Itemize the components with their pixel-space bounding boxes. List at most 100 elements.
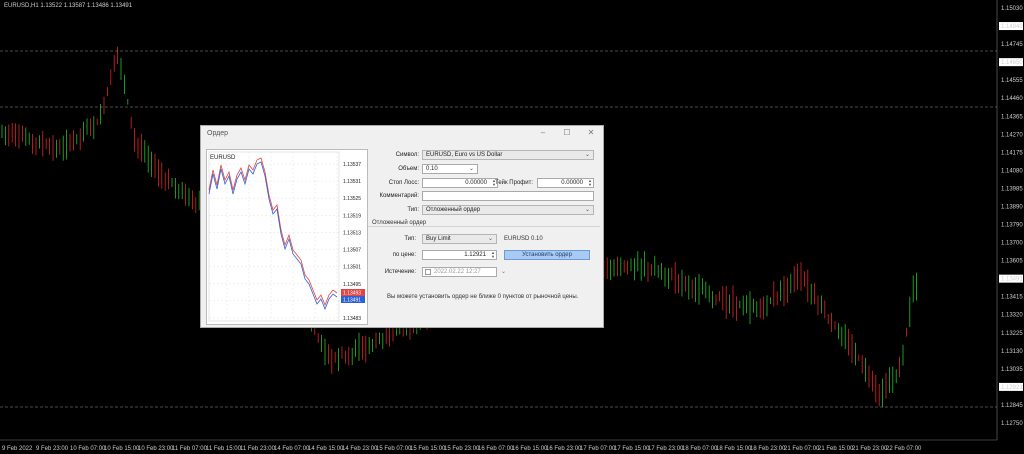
time-axis-label: 9 Feb 23:00 — [36, 446, 69, 452]
time-axis-label: 18 Feb 15:00 — [716, 446, 752, 452]
price-axis-label: 1.13035 — [1001, 367, 1023, 373]
pending-type-select[interactable]: Buy Limit ⌄ — [422, 234, 497, 244]
price-axis-label: 1.13605 — [1001, 259, 1023, 265]
price-axis-label: 1.13130 — [1001, 349, 1023, 355]
symbol-select[interactable]: EURUSD, Euro vs US Dollar ⌄ — [422, 150, 594, 160]
time-axis-label: 17 Feb 23:00 — [648, 446, 684, 452]
time-axis-label: 21 Feb 23:00 — [852, 446, 888, 452]
time-axis-label: 21 Feb 15:00 — [818, 446, 854, 452]
time-axis-label: 11 Feb 07:00 — [172, 446, 208, 452]
close-button[interactable]: ✕ — [579, 126, 603, 140]
price-axis-label: 1.14745 — [1001, 42, 1023, 48]
price-axis-label: 1.12750 — [1001, 421, 1023, 427]
price-axis-label: 1.13415 — [1001, 295, 1023, 301]
price-axis-label: 1.12921 — [1001, 385, 1023, 391]
time-axis-label: 9 Feb 2022 — [2, 446, 33, 452]
time-axis-label: 14 Feb 23:00 — [342, 446, 378, 452]
volume-value: 0.10 — [426, 166, 438, 172]
ask-line — [208, 157, 338, 307]
time-axis-label: 22 Feb 07:00 — [886, 446, 922, 452]
price-axis-label: 1.13491 — [1001, 277, 1023, 283]
time-axis-label: 16 Feb 15:00 — [512, 446, 548, 452]
price-axis-label: 1.14365 — [1001, 114, 1023, 120]
ask-price-label: 1.13493 — [343, 291, 361, 297]
price-axis-label: 1.14650 — [1001, 60, 1023, 66]
dialog-window-controls: – ☐ ✕ — [531, 126, 603, 140]
time-axis-label: 10 Feb 15:00 — [104, 446, 140, 452]
price-axis-label: 1.13985 — [1001, 186, 1023, 192]
price-axis-label: 1.13890 — [1001, 204, 1023, 210]
time-axis-label: 16 Feb 23:00 — [546, 446, 582, 452]
price-axis-label: 1.14460 — [1001, 96, 1023, 102]
chevron-down-icon: ⌄ — [487, 236, 493, 242]
time-axis-label: 18 Feb 23:00 — [750, 446, 786, 452]
order-type-select[interactable]: Отложенный ордер ⌄ — [422, 205, 594, 215]
price-axis: 1.15030 1.14840 1.14745 1.14650 1.14555 1.144… — [996, 0, 1023, 440]
time-axis-label: 11 Feb 15:00 — [206, 446, 242, 452]
price-axis-label: 1.13320 — [1001, 313, 1023, 319]
volume-input[interactable]: 0.10 ⌄ — [422, 164, 478, 174]
place-order-button[interactable]: Установить ордер — [504, 250, 590, 260]
time-axis-label: 17 Feb 07:00 — [580, 446, 616, 452]
time-axis: 9 Feb 2022 9 Feb 23:00 10 Feb 07:0010 Feb … — [0, 439, 997, 452]
expiry-checkbox[interactable] — [425, 269, 431, 275]
time-axis-label: 14 Feb 07:00 — [274, 446, 310, 452]
price-axis-label: 1.13790 — [1001, 223, 1023, 229]
expiry-value: 2022.02.22 12:27 — [434, 269, 481, 275]
order-type-value: Отложенный ордер — [426, 207, 481, 213]
dialog-title: Ордер — [207, 130, 229, 137]
maximize-button[interactable]: ☐ — [555, 126, 579, 140]
symbol-label: Символ: — [395, 152, 419, 158]
price-axis-label: 1.12845 — [1001, 403, 1023, 409]
pending-type-label: Тип: — [404, 236, 416, 242]
time-axis-label: 10 Feb 07:00 — [70, 446, 106, 452]
expiry-input[interactable]: 2022.02.22 12:27 — [422, 267, 497, 277]
distance-note: Вы можете установить ордер не ближе 0 пу… — [387, 294, 579, 300]
price-axis-label: 1.14555 — [1001, 78, 1023, 84]
spinner-arrows-icon[interactable]: ▲ ▼ — [588, 179, 592, 187]
price-axis-label: 1.14175 — [1001, 150, 1023, 156]
symbol-select-value: EURUSD, Euro vs US Dollar — [426, 152, 503, 158]
bid-line — [208, 161, 338, 311]
chevron-down-icon[interactable]: ⌄ — [501, 268, 506, 275]
time-axis-label: 15 Feb 07:00 — [376, 446, 412, 452]
time-axis-label: 17 Feb 15:00 — [614, 446, 650, 452]
minimize-button[interactable]: – — [531, 126, 555, 140]
order-dialog: Ордер – ☐ ✕ EURUSD 1.13537 1.13531 1.13525… — [200, 125, 604, 328]
tick-chart-price-label: 1.13483 — [343, 316, 361, 322]
comment-label: Комментарий: — [379, 193, 419, 199]
order-type-label: Тип: — [407, 207, 419, 213]
price-axis-label: 1.13700 — [1001, 241, 1023, 247]
bid-price-label: 1.13491 — [343, 298, 361, 304]
take-profit-label: Тейк Профит: — [495, 180, 533, 186]
price-axis-label: 1.14080 — [1001, 168, 1023, 174]
time-axis-label: 21 Feb 07:00 — [784, 446, 820, 452]
price-label: по цене: — [392, 252, 416, 258]
chevron-down-icon: ⌄ — [468, 166, 474, 172]
time-axis-label: 11 Feb 23:00 — [240, 446, 276, 452]
price-input[interactable]: 1.12921 ▲ ▼ — [422, 250, 497, 260]
tick-chart-price-label: 1.13495 — [343, 282, 361, 288]
stop-loss-label: Стоп Лосс: — [388, 180, 419, 186]
tick-chart: EURUSD 1.13537 1.13531 1.13525 1.13519 1.135… — [206, 149, 368, 325]
pending-symbol-info: EURUSD 0.10 — [504, 236, 543, 242]
tick-chart-symbol: EURUSD — [210, 155, 236, 161]
time-axis-label: 16 Feb 07:00 — [478, 446, 514, 452]
take-profit-input[interactable]: 0.00000 ▲ ▼ — [537, 178, 594, 188]
tick-chart-lines — [208, 157, 338, 311]
spinner-arrows-icon[interactable]: ▲ ▼ — [491, 251, 495, 259]
time-axis-label: 18 Feb 07:00 — [682, 446, 718, 452]
chevron-down-icon: ⌄ — [584, 152, 590, 158]
take-profit-value: 0.00000 — [561, 180, 583, 186]
volume-label: Объем: — [398, 166, 419, 172]
tick-chart-svg: EURUSD 1.135371.135311.135251.135191.135… — [208, 151, 365, 322]
time-axis-label: 15 Feb 23:00 — [444, 446, 480, 452]
chart-symbol-header: EURUSD,H1 1.13522 1.13587 1.13486 1.1349… — [4, 3, 133, 9]
price-value: 1.12921 — [464, 252, 486, 258]
price-axis-label: 1.15030 — [1001, 6, 1023, 12]
comment-input[interactable] — [422, 191, 594, 201]
pending-type-value: Buy Limit — [426, 236, 451, 242]
tick-chart-price-label: 1.13519 — [343, 213, 361, 219]
chevron-down-icon: ⌄ — [584, 207, 590, 213]
time-axis-label: 14 Feb 15:00 — [308, 446, 344, 452]
